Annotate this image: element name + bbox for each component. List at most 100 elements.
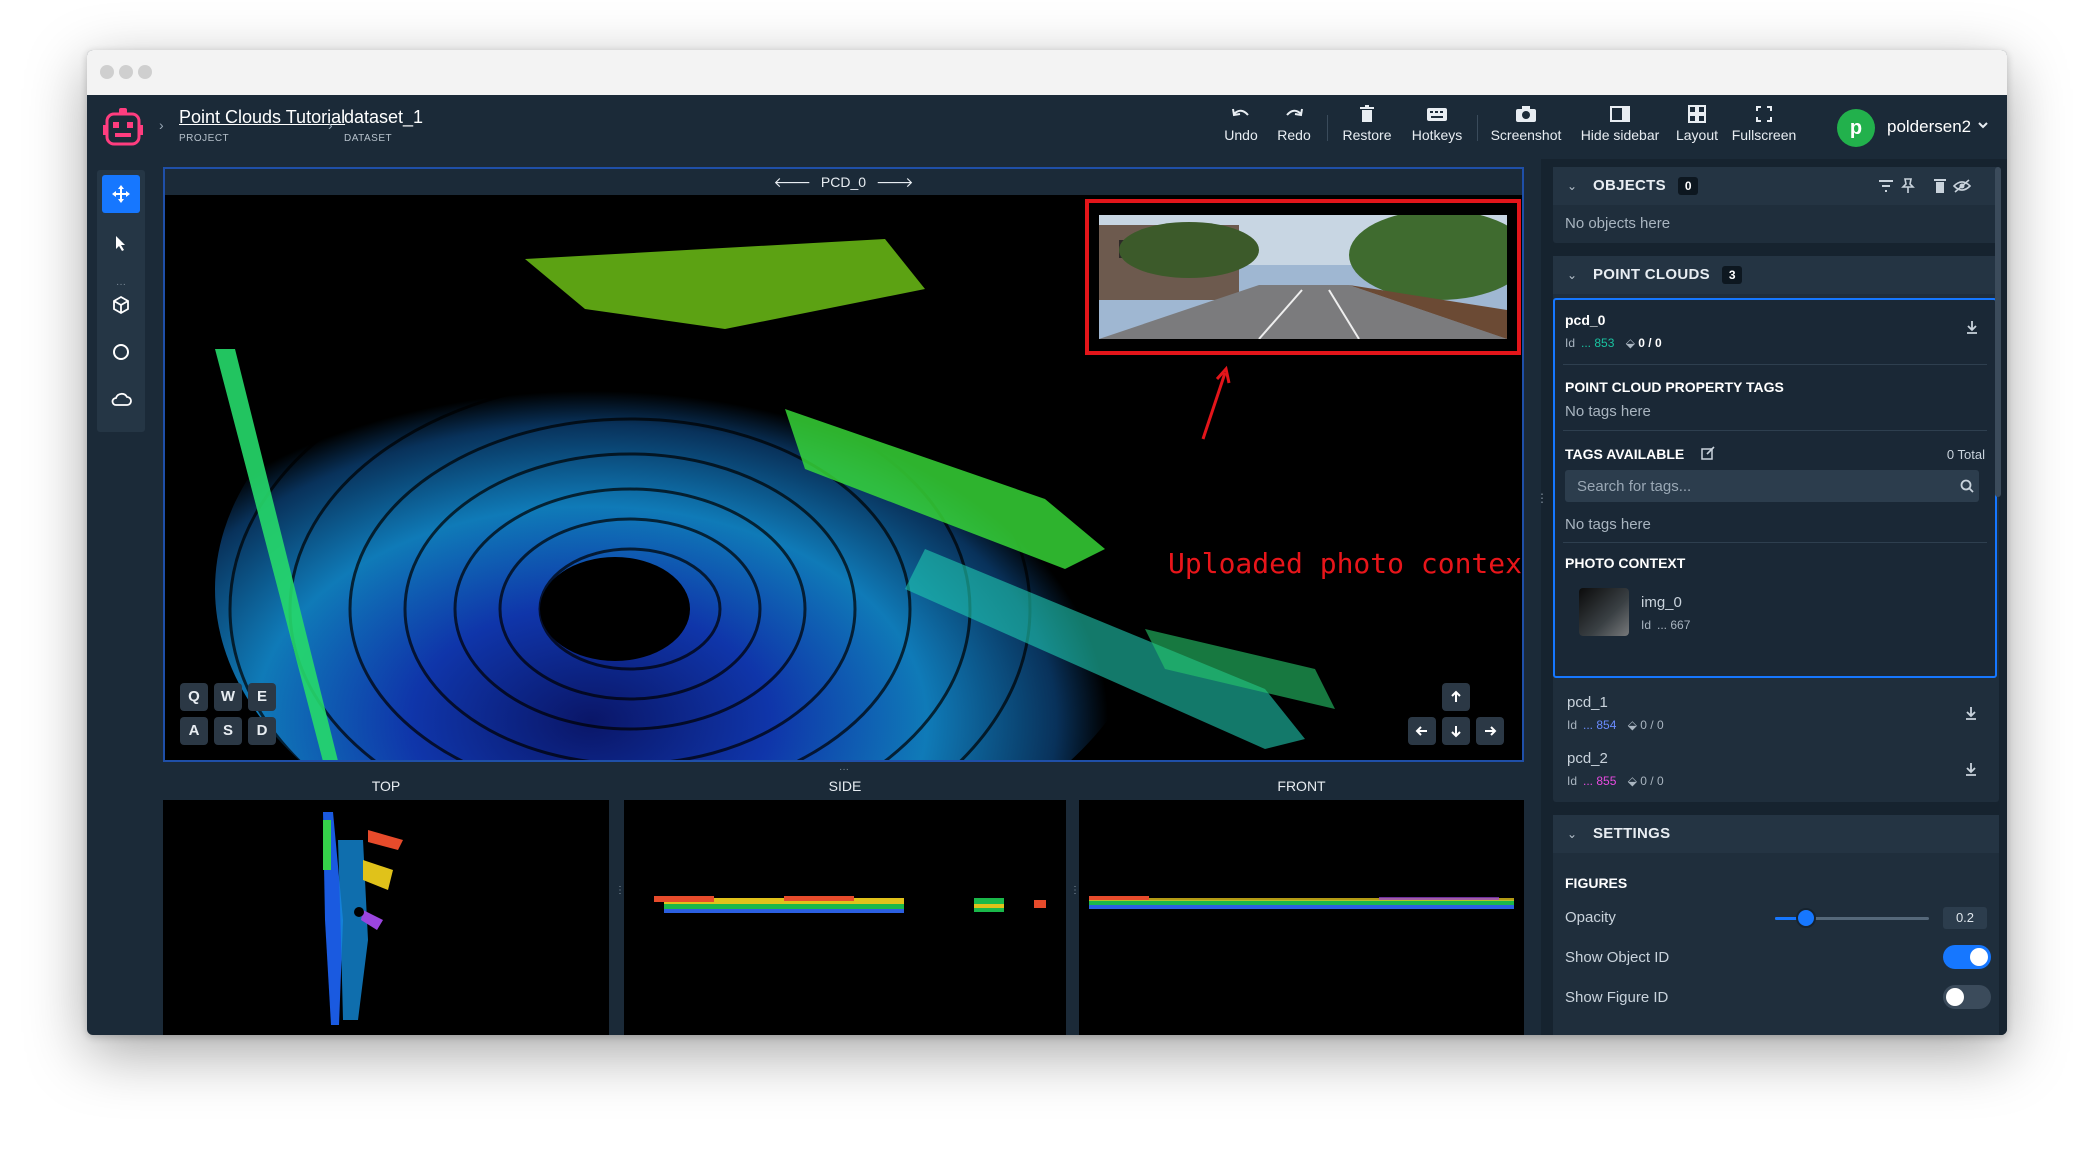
breadcrumb-dataset[interactable]: dataset_1 DATASET: [344, 107, 423, 144]
tags-total: 0 Total: [1946, 447, 1985, 462]
pcd-name[interactable]: pcd_2: [1567, 750, 1608, 767]
redo-button[interactable]: Redo: [1271, 105, 1317, 151]
pin-icon[interactable]: [1901, 178, 1915, 194]
top-view[interactable]: TOP: [163, 772, 609, 1035]
download-icon[interactable]: [1966, 320, 1978, 334]
annotation-arrow-icon: [1201, 365, 1231, 440]
dataset-name[interactable]: dataset_1: [344, 107, 423, 128]
move-icon: [112, 185, 130, 203]
chevron-down-icon[interactable]: [1977, 119, 1989, 131]
photo-context-overlay[interactable]: [1085, 199, 1521, 355]
camera-icon: [1516, 106, 1536, 122]
settings-title: SETTINGS: [1593, 825, 1671, 842]
download-icon[interactable]: [1965, 762, 1977, 776]
hotkeys-button[interactable]: Hotkeys: [1405, 105, 1469, 151]
property-tags-title: POINT CLOUD PROPERTY TAGS: [1565, 379, 1784, 395]
project-type-label: PROJECT: [179, 133, 230, 144]
close-window-icon[interactable]: [100, 65, 114, 79]
pan-down-button[interactable]: [1442, 717, 1470, 745]
layout-label: Layout: [1675, 127, 1719, 143]
trash-icon: [1360, 105, 1374, 122]
pcd-name[interactable]: pcd_0: [1565, 312, 1605, 328]
hotkey-a[interactable]: A: [180, 717, 208, 745]
cube-icon: [113, 295, 129, 315]
divider: [1563, 364, 1987, 365]
download-icon[interactable]: [1965, 706, 1977, 720]
app-header: › Point Clouds Tutorial PROJECT › datase…: [87, 95, 2007, 159]
tag-search-input[interactable]: [1565, 470, 1979, 502]
screenshot-button[interactable]: Screenshot: [1485, 105, 1567, 151]
pan-left-button[interactable]: [1408, 717, 1436, 745]
photo-id: ... 667: [1657, 618, 1691, 632]
sidebar-icon: [1610, 106, 1630, 122]
photo-context-title: PHOTO CONTEXT: [1565, 555, 1686, 571]
restore-button[interactable]: Restore: [1337, 105, 1397, 151]
point-clouds-panel: ⌄ POINT CLOUDS 3 pcd_0 Id ... 853 ⬙ 0 / 0…: [1553, 256, 1999, 802]
breadcrumb-project[interactable]: Point Clouds Tutorial PROJECT: [179, 107, 345, 144]
chevron-down-icon[interactable]: ⌄: [1567, 167, 1577, 205]
hide-sidebar-button[interactable]: Hide sidebar: [1575, 105, 1665, 151]
id-prefix: Id: [1567, 718, 1578, 732]
chevron-down-icon[interactable]: ⌄: [1567, 256, 1577, 294]
hotkey-e[interactable]: E: [248, 683, 276, 711]
settings-panel-header[interactable]: ⌄ SETTINGS: [1553, 815, 1999, 853]
objects-title: OBJECTS: [1593, 177, 1666, 194]
point-cloud-item-selected[interactable]: pcd_0 Id ... 853 ⬙ 0 / 0 POINT CLOUD PROP…: [1553, 298, 1997, 678]
opacity-value-input[interactable]: 0.2: [1943, 907, 1987, 929]
user-name[interactable]: poldersen2: [1887, 117, 1971, 137]
front-view-render: [1089, 896, 1514, 909]
filter-icon[interactable]: [1878, 179, 1894, 193]
sensor-blind-spot: [540, 557, 690, 661]
supervisely-logo-icon[interactable]: [101, 105, 145, 149]
pan-right-button[interactable]: [1476, 717, 1504, 745]
point-clouds-panel-header[interactable]: ⌄ POINT CLOUDS 3: [1553, 256, 1999, 294]
show-object-id-label: Show Object ID: [1565, 949, 1670, 966]
pcd-id: ... 854: [1583, 718, 1617, 732]
show-figure-id-toggle[interactable]: [1943, 985, 1991, 1009]
move-tool-button[interactable]: [102, 175, 140, 213]
sidebar-resize-handle[interactable]: ⋮: [1541, 491, 1548, 505]
edit-icon[interactable]: [1701, 446, 1715, 460]
toolbar-divider: [1327, 115, 1328, 141]
pcd-name[interactable]: pcd_1: [1567, 694, 1608, 711]
undo-button[interactable]: Undo: [1218, 105, 1264, 151]
hotkey-d[interactable]: D: [248, 717, 276, 745]
select-tool-button[interactable]: [102, 224, 140, 262]
objects-panel-header[interactable]: ⌄ OBJECTS 0: [1553, 167, 1999, 205]
sidebar-scrollbar[interactable]: [1995, 167, 2001, 497]
photo-name[interactable]: img_0: [1641, 594, 1682, 611]
zoom-window-icon[interactable]: [138, 65, 152, 79]
trash-icon[interactable]: [1933, 178, 1947, 194]
fullscreen-button[interactable]: Fullscreen: [1728, 105, 1800, 151]
minimize-window-icon[interactable]: [119, 65, 133, 79]
side-view[interactable]: SIDE: [624, 772, 1066, 1035]
hotkey-q[interactable]: Q: [180, 683, 208, 711]
opacity-slider-handle[interactable]: [1795, 908, 1816, 928]
point-cloud-item[interactable]: pcd_2 Id ... 855 ⬙ 0 / 0: [1553, 740, 1999, 798]
project-name[interactable]: Point Clouds Tutorial: [179, 107, 345, 128]
main-3d-viewport[interactable]: 🡐 PCD_0 🡒 Uploaded photo context Q W E A…: [163, 167, 1524, 762]
hide-sidebar-label: Hide sidebar: [1580, 127, 1660, 143]
figures-icon: ⬙: [1627, 774, 1637, 788]
pcd-id: ... 855: [1583, 774, 1617, 788]
side-view-render: [654, 896, 1046, 913]
top-view-header: TOP: [163, 772, 609, 800]
hotkey-w[interactable]: W: [214, 683, 242, 711]
cursor-icon: [116, 236, 125, 251]
show-object-id-toggle[interactable]: [1943, 945, 1991, 969]
user-avatar[interactable]: p: [1837, 109, 1875, 147]
photo-thumbnail[interactable]: [1579, 588, 1629, 636]
cuboid-tool-button[interactable]: [102, 286, 140, 324]
search-icon[interactable]: [1960, 479, 1974, 493]
hide-eye-icon[interactable]: [1953, 179, 1971, 193]
point-cloud-item[interactable]: pcd_1 Id ... 854 ⬙ 0 / 0: [1553, 684, 1999, 738]
hotkey-s[interactable]: S: [214, 717, 242, 745]
pan-up-button[interactable]: [1442, 683, 1470, 711]
chevron-down-icon[interactable]: ⌄: [1567, 815, 1577, 853]
redo-label: Redo: [1277, 127, 1311, 143]
layout-button[interactable]: Layout: [1672, 105, 1722, 151]
cloud-tool-button[interactable]: [102, 380, 140, 418]
undo-icon: [1232, 108, 1249, 117]
circle-tool-button[interactable]: [102, 333, 140, 371]
front-view[interactable]: FRONT: [1079, 772, 1524, 1035]
